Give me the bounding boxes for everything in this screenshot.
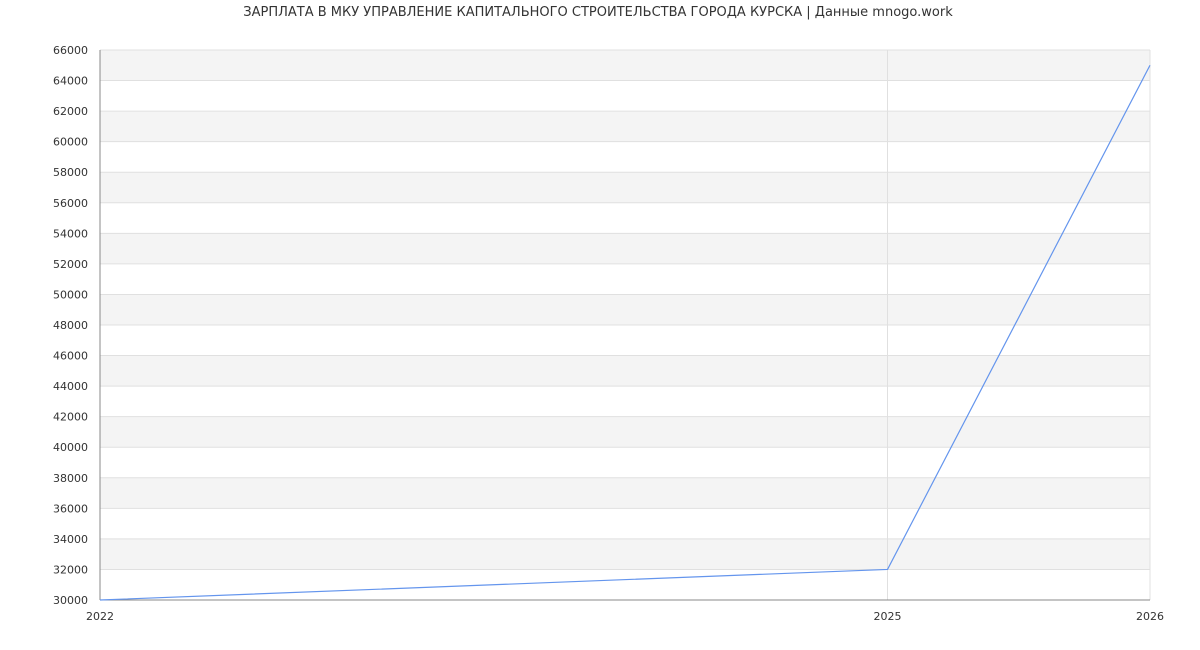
y-tick-labels: 30000 32000 34000 36000 38000 40000 42000 44000… (53, 44, 88, 607)
background-band (100, 355, 1150, 387)
y-tick-label: 58000 (53, 166, 88, 179)
y-tick-label: 52000 (53, 258, 88, 271)
background-band (100, 294, 1150, 325)
y-tick-label: 64000 (53, 75, 88, 88)
y-tick-label: 38000 (53, 472, 88, 485)
x-tick-label: 2026 (1136, 610, 1164, 623)
x-tick-labels: 2022 2025 2026 (86, 610, 1164, 623)
background-band (100, 50, 1150, 81)
y-tick-label: 32000 (53, 563, 88, 576)
y-tick-label: 30000 (53, 594, 88, 607)
y-tick-label: 40000 (53, 441, 88, 454)
y-tick-label: 50000 (53, 288, 88, 301)
background-band (100, 111, 1150, 142)
background-band (100, 477, 1150, 509)
background-band (100, 416, 1150, 448)
y-tick-label: 62000 (53, 105, 88, 118)
chart-title: ЗАРПЛАТА В МКУ УПРАВЛЕНИЕ КАПИТАЛЬНОГО С… (243, 5, 953, 20)
series-group (99, 65, 1151, 601)
y-tick-label: 36000 (53, 502, 88, 515)
y-tick-label: 54000 (53, 227, 88, 240)
y-tick-label: 48000 (53, 319, 88, 332)
y-tick-label: 60000 (53, 136, 88, 149)
y-tick-label: 42000 (53, 411, 88, 424)
background-bands (100, 50, 1150, 570)
salary-line-chart: ЗАРПЛАТА В МКУ УПРАВЛЕНИЕ КАПИТАЛЬНОГО С… (53, 5, 1164, 623)
series-line (99, 65, 1151, 601)
background-band (100, 538, 1150, 570)
x-tick-label: 2022 (86, 610, 114, 623)
background-band (100, 233, 1150, 264)
y-tick-label: 46000 (53, 350, 88, 363)
y-tick-label: 34000 (53, 533, 88, 546)
y-tick-label: 44000 (53, 380, 88, 393)
x-tick-label: 2025 (874, 610, 902, 623)
y-tick-label: 56000 (53, 197, 88, 210)
y-tick-label: 66000 (53, 44, 88, 57)
background-band (100, 172, 1150, 203)
